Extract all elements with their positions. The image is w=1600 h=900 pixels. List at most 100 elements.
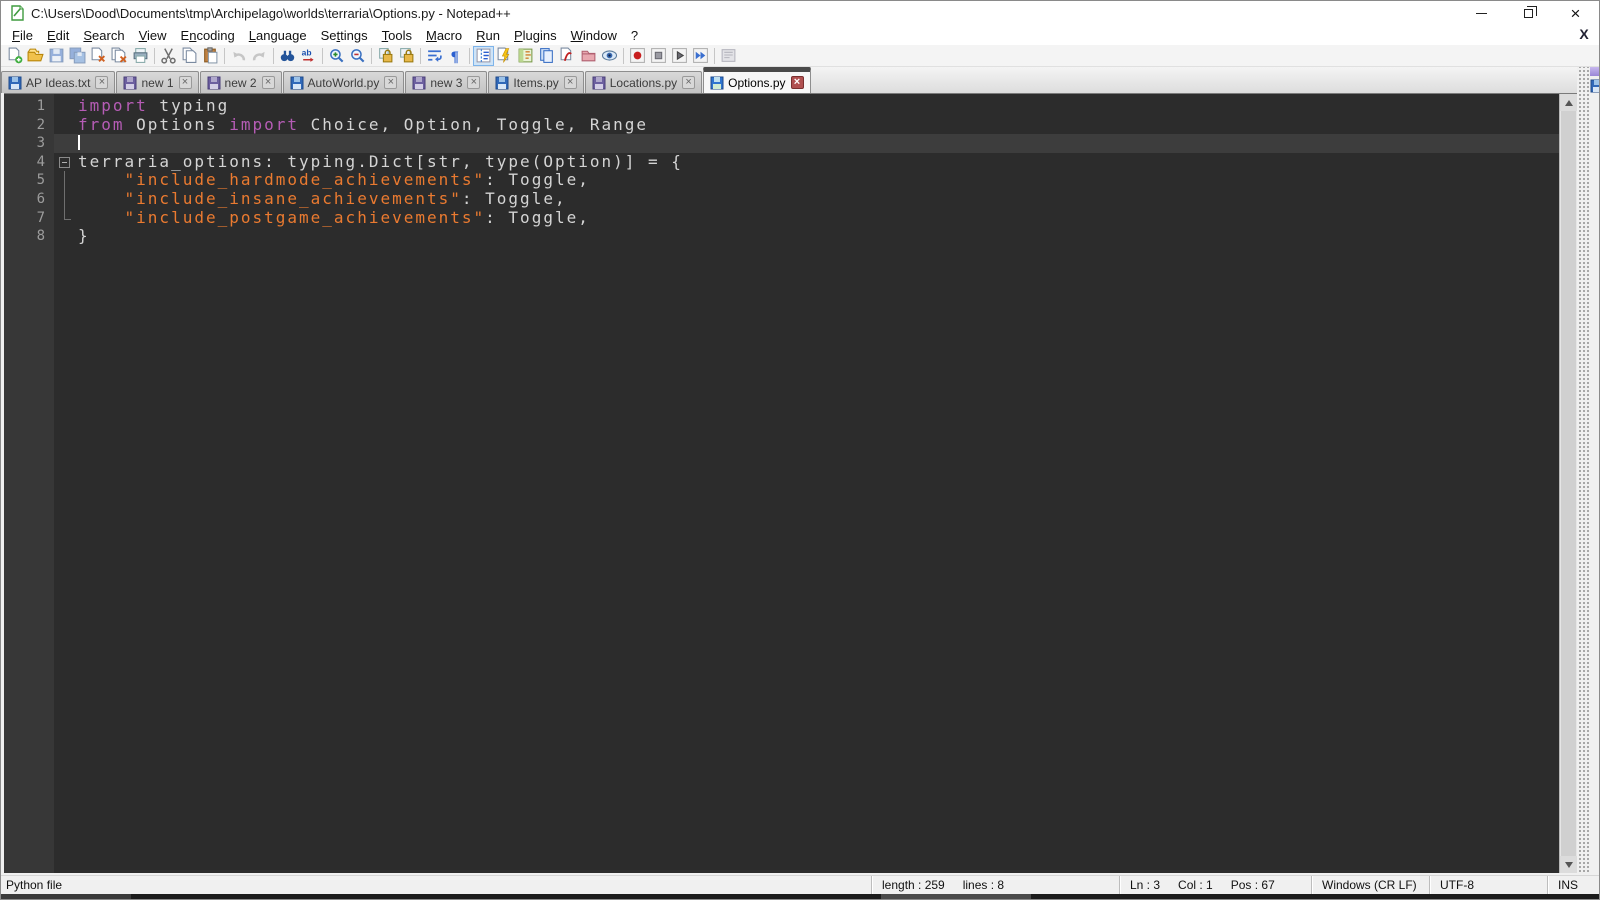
scroll-down-button[interactable] [1560, 856, 1577, 873]
monitoring-icon[interactable] [599, 46, 620, 66]
menu-plugins[interactable]: Plugins [507, 27, 564, 44]
sync-horizontal-icon[interactable] [396, 46, 417, 66]
tab-locations-py[interactable]: Locations.py × [584, 71, 703, 93]
close-button[interactable]: × [1552, 1, 1599, 25]
menu-view[interactable]: View [132, 27, 174, 44]
define-language-icon[interactable] [494, 46, 515, 66]
menu-help[interactable]: ? [624, 27, 645, 44]
zoom-in-icon[interactable] [326, 46, 347, 66]
tab-new-3[interactable]: new 3 × [405, 71, 488, 93]
toolbar-separator [154, 47, 155, 64]
macro-stop-icon[interactable] [648, 46, 669, 66]
status-line: Ln : 3 [1130, 878, 1161, 892]
show-all-characters-icon[interactable]: ¶ [445, 46, 466, 66]
code-line-1[interactable]: 1 import typing [4, 96, 1559, 116]
macro-record-icon[interactable] [627, 46, 648, 66]
code-line-5[interactable]: 5 "include_hardmode_achievements": Toggl… [4, 171, 1559, 190]
tab-close-icon[interactable]: × [682, 76, 696, 89]
title-bar: C:\Users\Dood\Documents\tmp\Archipelago\… [1, 1, 1599, 25]
code-line-3[interactable]: 3 [4, 134, 1559, 153]
save-all-icon[interactable] [67, 46, 88, 66]
save-icon[interactable] [46, 46, 67, 66]
close-all-icon[interactable] [109, 46, 130, 66]
minimize-icon [1476, 12, 1487, 14]
status-eol-format[interactable]: Windows (CR LF) [1311, 876, 1429, 894]
code-line-8[interactable]: 8} [4, 226, 1559, 246]
right-dock [1577, 67, 1599, 873]
editor-area: 1 import typing 2 from Options import Choic… [4, 93, 1577, 873]
tab-close-icon[interactable]: × [563, 76, 577, 89]
macro-save-icon[interactable] [718, 46, 739, 66]
vertical-scrollbar[interactable] [1559, 94, 1577, 873]
tab-label: new 2 [224, 75, 257, 90]
status-insert-mode[interactable]: INS [1547, 876, 1599, 894]
replace-icon[interactable]: ab [298, 46, 319, 66]
menu-search[interactable]: Search [76, 27, 131, 44]
macro-play-icon[interactable] [669, 46, 690, 66]
menu-window[interactable]: Window [564, 27, 624, 44]
tab-new-1[interactable]: new 1 × [116, 71, 199, 93]
tab-items-py[interactable]: Items.py × [488, 71, 584, 93]
status-encoding[interactable]: UTF-8 [1429, 876, 1547, 894]
tab-close-icon[interactable]: × [178, 76, 192, 89]
code-editor[interactable]: 1 import typing 2 from Options import Choic… [4, 94, 1559, 873]
new-file-icon[interactable] [4, 46, 25, 66]
dock-gripper[interactable] [1577, 67, 1590, 873]
function-list-icon[interactable] [557, 46, 578, 66]
notepadpp-window: C:\Users\Dood\Documents\tmp\Archipelago\… [0, 0, 1600, 900]
find-icon[interactable] [277, 46, 298, 66]
tab-close-icon[interactable]: × [261, 76, 275, 89]
scrollbar-thumb[interactable] [1561, 111, 1576, 856]
redo-icon[interactable] [249, 46, 270, 66]
status-doc-type: Python file [6, 878, 63, 892]
tab-options-py[interactable]: Options.py × [703, 67, 811, 93]
tab-autoworld-py[interactable]: AutoWorld.py × [282, 71, 405, 93]
fold-margin [54, 153, 78, 172]
notepadpp-app-icon [9, 5, 25, 21]
docked-panel-header [1590, 67, 1599, 76]
tab-close-icon[interactable]: × [384, 76, 398, 89]
copy-icon[interactable] [179, 46, 200, 66]
tab-new-2[interactable]: new 2 × [199, 71, 282, 93]
code-line-4[interactable]: 4 terraria_options: typing.Dict[str, type… [4, 152, 1559, 172]
menu-encoding[interactable]: Encoding [174, 27, 242, 44]
menu-language[interactable]: Language [242, 27, 314, 44]
document-map-icon[interactable] [515, 46, 536, 66]
minimize-button[interactable] [1458, 1, 1505, 25]
paste-icon[interactable] [200, 46, 221, 66]
show-indent-guide-icon[interactable] [473, 45, 494, 66]
code-line-7[interactable]: 7 "include_postgame_achievements": Toggl… [4, 208, 1559, 228]
document-list-icon[interactable] [536, 46, 557, 66]
macro-run-multiple-icon[interactable] [690, 46, 711, 66]
menu-macro[interactable]: Macro [419, 27, 469, 44]
fold-margin [54, 134, 78, 153]
toolbar-separator [469, 47, 470, 64]
fold-margin [54, 208, 78, 228]
tab-close-icon[interactable]: × [467, 76, 481, 89]
word-wrap-icon[interactable] [424, 46, 445, 66]
code-line-6[interactable]: 6 "include_insane_achievements": Toggle, [4, 189, 1559, 209]
open-file-icon[interactable] [25, 46, 46, 66]
menu-run[interactable]: Run [469, 27, 507, 44]
tab-close-icon[interactable]: × [790, 76, 804, 89]
scroll-up-button[interactable] [1560, 94, 1577, 111]
menu-file[interactable]: File [5, 27, 40, 44]
menu-edit[interactable]: Edit [40, 27, 76, 44]
menu-settings[interactable]: Settings [314, 27, 375, 44]
folder-as-workspace-icon[interactable] [578, 46, 599, 66]
close-document-icon[interactable]: X [1575, 26, 1593, 42]
window-title: C:\Users\Dood\Documents\tmp\Archipelago\… [31, 5, 511, 21]
restore-button[interactable] [1505, 1, 1552, 25]
menu-tools[interactable]: Tools [375, 27, 419, 44]
status-bar: Python file length : 259 lines : 8 Ln : … [1, 875, 1599, 894]
cut-icon[interactable] [158, 46, 179, 66]
tab-ap-ideas-txt[interactable]: AP Ideas.txt × [1, 71, 116, 93]
zoom-out-icon[interactable] [347, 46, 368, 66]
code-line-2[interactable]: 2 from Options import Choice, Option, Tog… [4, 115, 1559, 135]
fold-collapse-icon[interactable] [59, 156, 70, 168]
undo-icon[interactable] [228, 46, 249, 66]
sync-vertical-icon[interactable] [375, 46, 396, 66]
print-icon[interactable] [130, 46, 151, 66]
close-icon[interactable] [88, 46, 109, 66]
tab-close-icon[interactable]: × [95, 76, 109, 89]
